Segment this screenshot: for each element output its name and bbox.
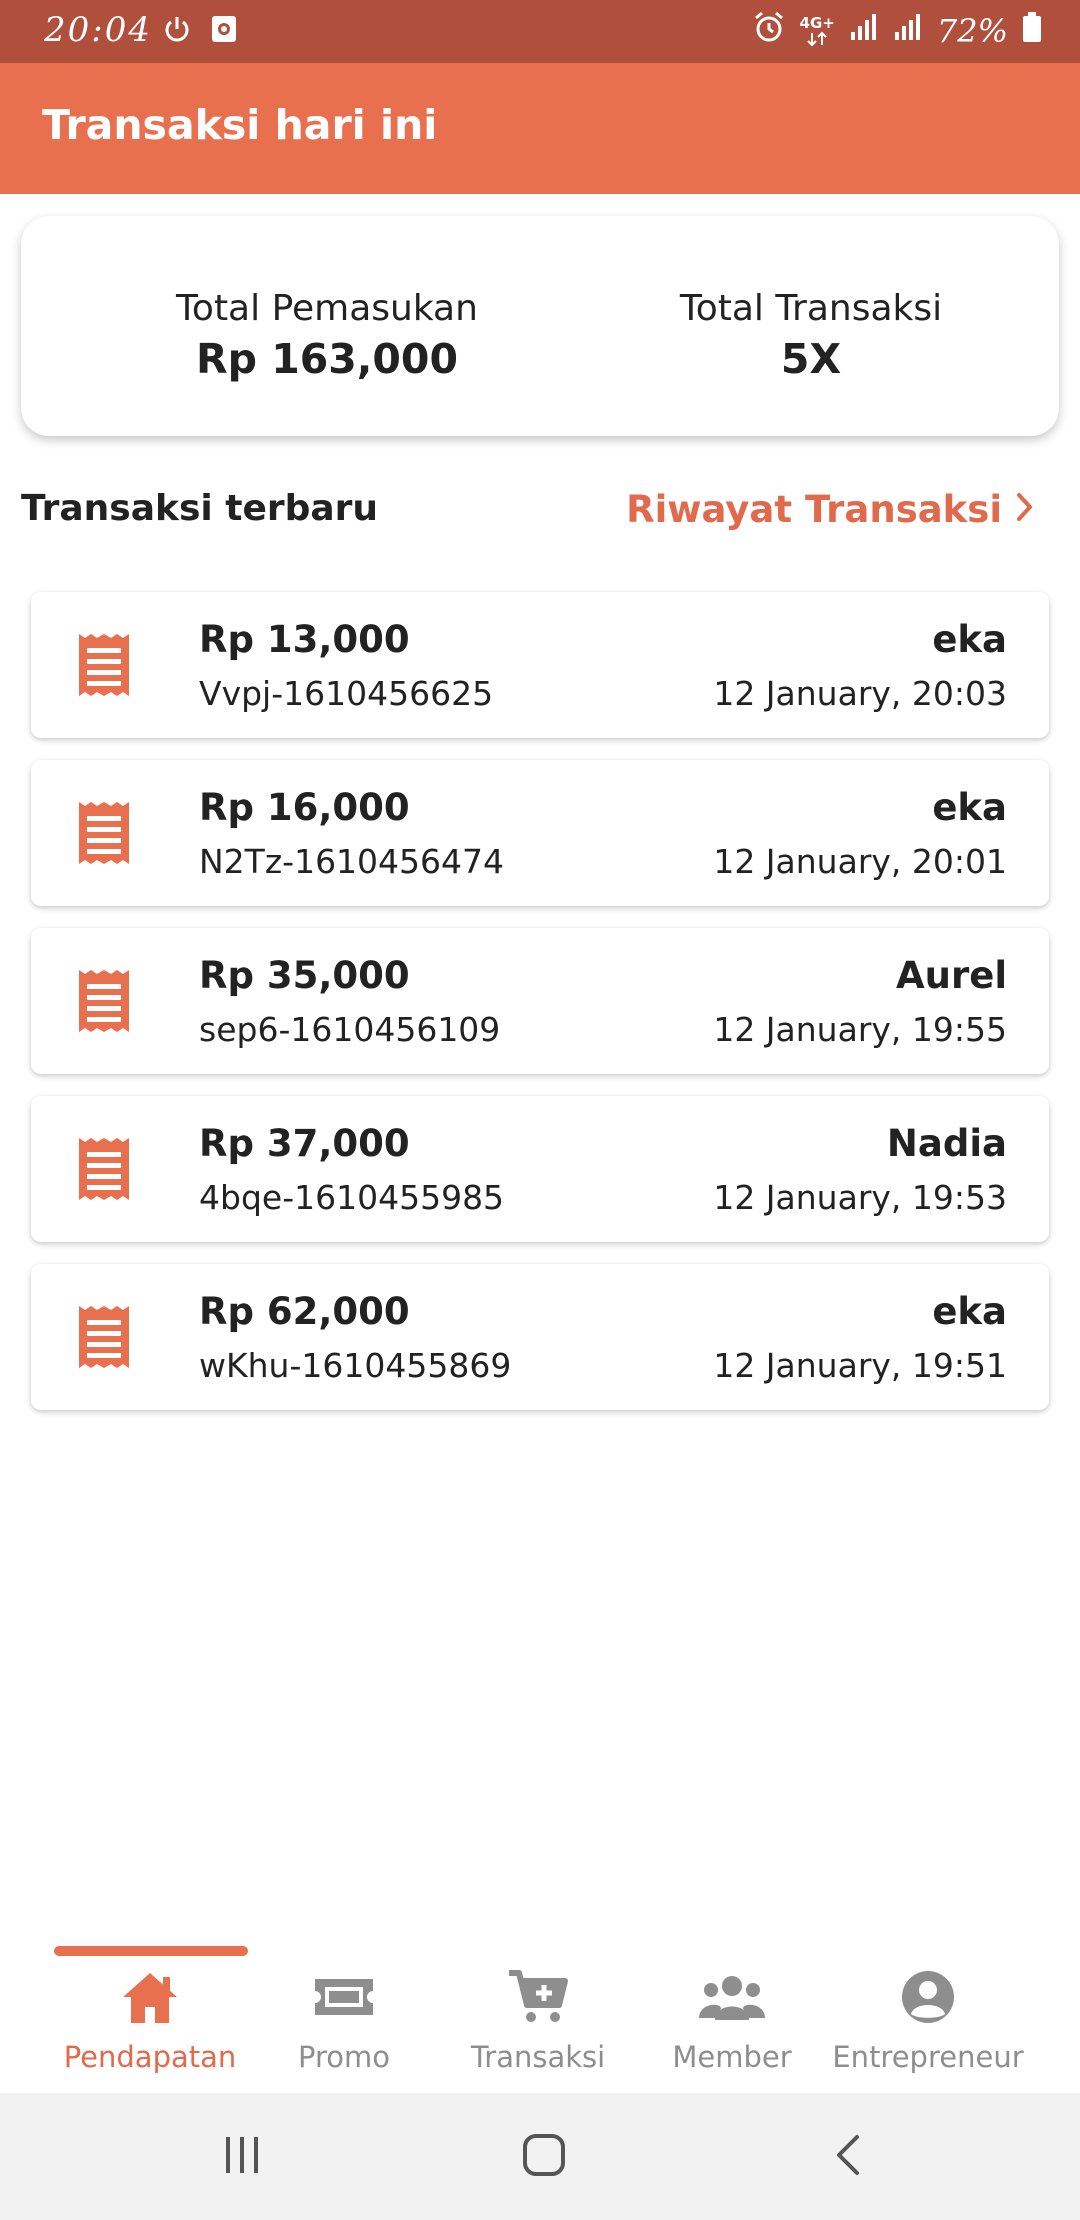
transaction-code: sep6-1610456109: [199, 1010, 501, 1049]
transaction-user: eka: [932, 786, 1007, 829]
transaction-time: 12 January, 19:51: [713, 1346, 1007, 1385]
screen-record-icon: [210, 14, 238, 52]
transaction-list: Rp 13,000 Vvpj-1610456625 eka 12 January…: [31, 592, 1049, 1432]
status-bar: 20:04 4G+ 72%: [0, 0, 1080, 63]
status-time: 20:04: [44, 10, 152, 50]
section-title: Transaksi terbaru: [21, 488, 379, 529]
transaction-amount: Rp 13,000: [199, 618, 410, 661]
transaction-code: 4bqe-1610455985: [199, 1178, 505, 1217]
battery-icon: [1022, 11, 1042, 51]
transaction-user: Aurel: [896, 954, 1007, 997]
transaction-card[interactable]: Rp 16,000 N2Tz-1610456474 eka 12 January…: [31, 760, 1049, 906]
nav-item-entrepreneur[interactable]: Entrepreneur: [828, 1968, 1028, 2074]
system-nav-bar: [0, 2093, 1080, 2220]
receipt-icon: [77, 632, 131, 698]
transaction-card[interactable]: Rp 62,000 wKhu-1610455869 eka 12 January…: [31, 1264, 1049, 1410]
cart-add-icon: [507, 1969, 569, 2029]
receipt-icon: [77, 1304, 131, 1370]
home-icon: [119, 1969, 181, 2029]
total-transactions-label: Total Transaksi: [679, 288, 943, 329]
status-icons-right: 4G+ 72%: [752, 10, 1042, 52]
network-icon: 4G+: [799, 13, 835, 47]
transaction-user: eka: [932, 618, 1007, 661]
nav-label: Member: [672, 2040, 792, 2074]
transaction-amount: Rp 37,000: [199, 1122, 410, 1165]
transaction-amount: Rp 16,000: [199, 786, 410, 829]
network-type-label: 4G+: [799, 13, 835, 32]
transaction-time: 12 January, 20:01: [713, 842, 1007, 881]
bottom-nav: Pendapatan Promo Transaksi Member Entrep…: [0, 1940, 1080, 2093]
transaction-time: 12 January, 20:03: [713, 674, 1007, 713]
nav-item-member[interactable]: Member: [632, 1968, 832, 2074]
nav-label: Transaksi: [470, 2040, 606, 2074]
alarm-icon: [752, 10, 786, 52]
total-income: Total Pemasukan Rp 163,000: [117, 288, 537, 383]
chevron-right-icon: [1016, 488, 1034, 531]
transaction-card[interactable]: Rp 35,000 sep6-1610456109 Aurel 12 Janua…: [31, 928, 1049, 1074]
signal-icon: [849, 12, 879, 50]
transaction-user: eka: [932, 1290, 1007, 1333]
transaction-time: 12 January, 19:55: [713, 1010, 1007, 1049]
transaction-history-label: Riwayat Transaksi: [626, 488, 1002, 531]
nav-label: Promo: [298, 2040, 390, 2074]
transaction-time: 12 January, 19:53: [713, 1178, 1007, 1217]
recent-apps-icon: [220, 2133, 264, 2181]
page-title: Transaksi hari ini: [42, 101, 438, 149]
app-bar: Transaksi hari ini: [0, 63, 1080, 194]
home-button[interactable]: [514, 2131, 574, 2183]
transaction-code: Vvpj-1610456625: [199, 674, 494, 713]
nav-label: Entrepreneur: [832, 2040, 1024, 2074]
power-icon: [162, 14, 192, 52]
nav-item-promo[interactable]: Promo: [244, 1968, 444, 2074]
status-icons-left: [162, 14, 238, 52]
back-button[interactable]: [818, 2131, 878, 2183]
active-tab-indicator: [54, 1946, 248, 1956]
transaction-code: wKhu-1610455869: [199, 1346, 512, 1385]
total-income-value: Rp 163,000: [196, 335, 458, 383]
transaction-card[interactable]: Rp 13,000 Vvpj-1610456625 eka 12 January…: [31, 592, 1049, 738]
total-income-label: Total Pemasukan: [176, 288, 478, 329]
receipt-icon: [77, 1136, 131, 1202]
ticket-icon: [313, 1975, 375, 2023]
users-icon: [697, 1972, 767, 2026]
transaction-amount: Rp 35,000: [199, 954, 410, 997]
section-header: Transaksi terbaru Riwayat Transaksi: [0, 488, 1080, 538]
back-icon: [833, 2133, 863, 2181]
account-circle-icon: [900, 1969, 956, 2029]
transaction-code: N2Tz-1610456474: [199, 842, 505, 881]
nav-item-transaksi[interactable]: Transaksi: [438, 1968, 638, 2074]
recent-apps-button[interactable]: [212, 2131, 272, 2183]
nav-label: Pendapatan: [63, 2040, 237, 2074]
transaction-amount: Rp 62,000: [199, 1290, 410, 1333]
transaction-history-link[interactable]: Riwayat Transaksi: [626, 488, 1034, 531]
summary-card: Total Pemasukan Rp 163,000 Total Transak…: [21, 216, 1059, 436]
receipt-icon: [77, 800, 131, 866]
battery-percent: 72%: [936, 12, 1008, 50]
receipt-icon: [77, 968, 131, 1034]
total-transactions-value: 5X: [780, 335, 842, 383]
transaction-user: Nadia: [886, 1122, 1007, 1165]
transaction-card[interactable]: Rp 37,000 4bqe-1610455985 Nadia 12 Janua…: [31, 1096, 1049, 1242]
signal-icon: [893, 12, 923, 50]
home-square-icon: [521, 2132, 567, 2182]
nav-item-pendapatan[interactable]: Pendapatan: [50, 1968, 250, 2074]
total-transactions: Total Transaksi 5X: [601, 288, 1021, 383]
